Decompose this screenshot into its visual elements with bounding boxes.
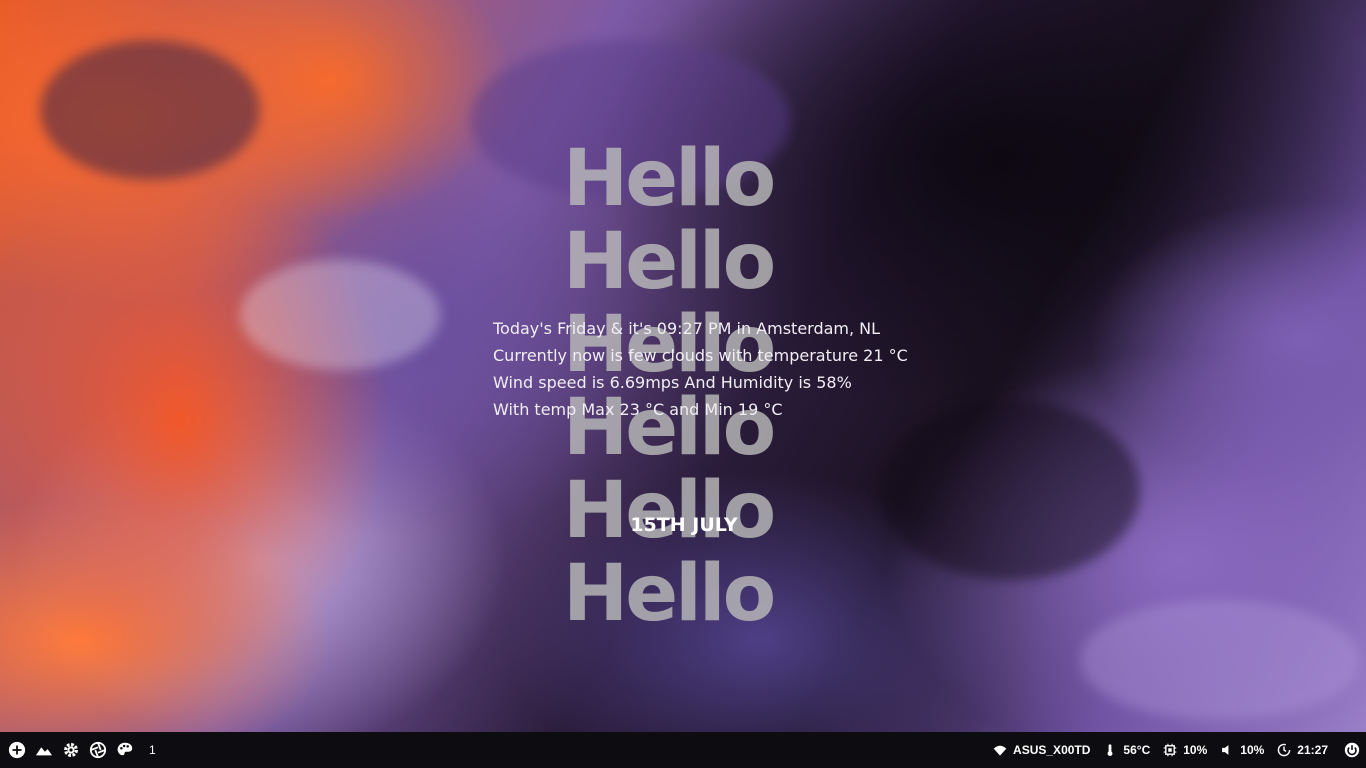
power-button[interactable] (1344, 742, 1360, 758)
weather-line-conditions: Currently now is few clouds with tempera… (493, 346, 908, 365)
cpu-label: 10% (1183, 743, 1208, 757)
weather-line-day: Today's Friday & it's 09:27 PM in Amster… (493, 319, 881, 338)
cpu-status[interactable]: 10% (1163, 743, 1207, 757)
thermometer-icon (1107, 744, 1113, 756)
cpu-icon (1163, 743, 1177, 757)
volume-status[interactable]: 10% (1220, 743, 1264, 757)
hello-text: Hello (563, 549, 776, 639)
taskbar: 1 ASUS_X00TD 56°C 10% 10% 21:27 (0, 732, 1366, 768)
hello-text: Hello (563, 217, 776, 307)
wallpaper-swirl (1080, 600, 1360, 720)
clock-icon (1277, 743, 1291, 757)
weather-line-minmax: With temp Max 23 °C and Min 19 °C (493, 400, 783, 419)
clock-status[interactable]: 21:27 (1277, 743, 1328, 757)
hello-text: Hello (563, 466, 776, 556)
weather-line-wind: Wind speed is 6.69mps And Humidity is 58… (493, 373, 852, 392)
temperature-label: 56°C (1123, 743, 1151, 757)
taskbar-tray: ASUS_X00TD 56°C 10% 10% 21:27 (980, 732, 1360, 768)
wallpaper-swirl (880, 400, 1140, 580)
hello-text: Hello (563, 134, 776, 224)
volume-label: 10% (1240, 743, 1265, 757)
power-icon (1344, 742, 1360, 758)
add-icon[interactable] (8, 741, 26, 759)
gear-icon[interactable] (62, 741, 80, 759)
workspace-indicator[interactable]: 1 (149, 743, 156, 757)
wifi-status[interactable]: ASUS_X00TD (993, 743, 1090, 757)
clock-label: 21:27 (1297, 743, 1328, 757)
palette-icon[interactable] (116, 741, 134, 759)
desktop-wallpaper: Hello Hello Hello Hello Hello Hello Toda… (0, 0, 1366, 732)
wallpaper-swirl (240, 260, 440, 370)
taskbar-left: 1 (8, 732, 156, 768)
mountain-icon[interactable] (35, 741, 53, 759)
wifi-icon (993, 745, 1007, 756)
temperature-status[interactable]: 56°C (1103, 743, 1150, 757)
wifi-label: ASUS_X00TD (1013, 743, 1091, 757)
date-label: 15TH JULY (630, 514, 738, 536)
wallpaper-swirl (40, 40, 260, 180)
volume-icon (1222, 745, 1229, 755)
aperture-icon[interactable] (89, 741, 107, 759)
weather-widget: Today's Friday & it's 09:27 PM in Amster… (493, 315, 908, 423)
